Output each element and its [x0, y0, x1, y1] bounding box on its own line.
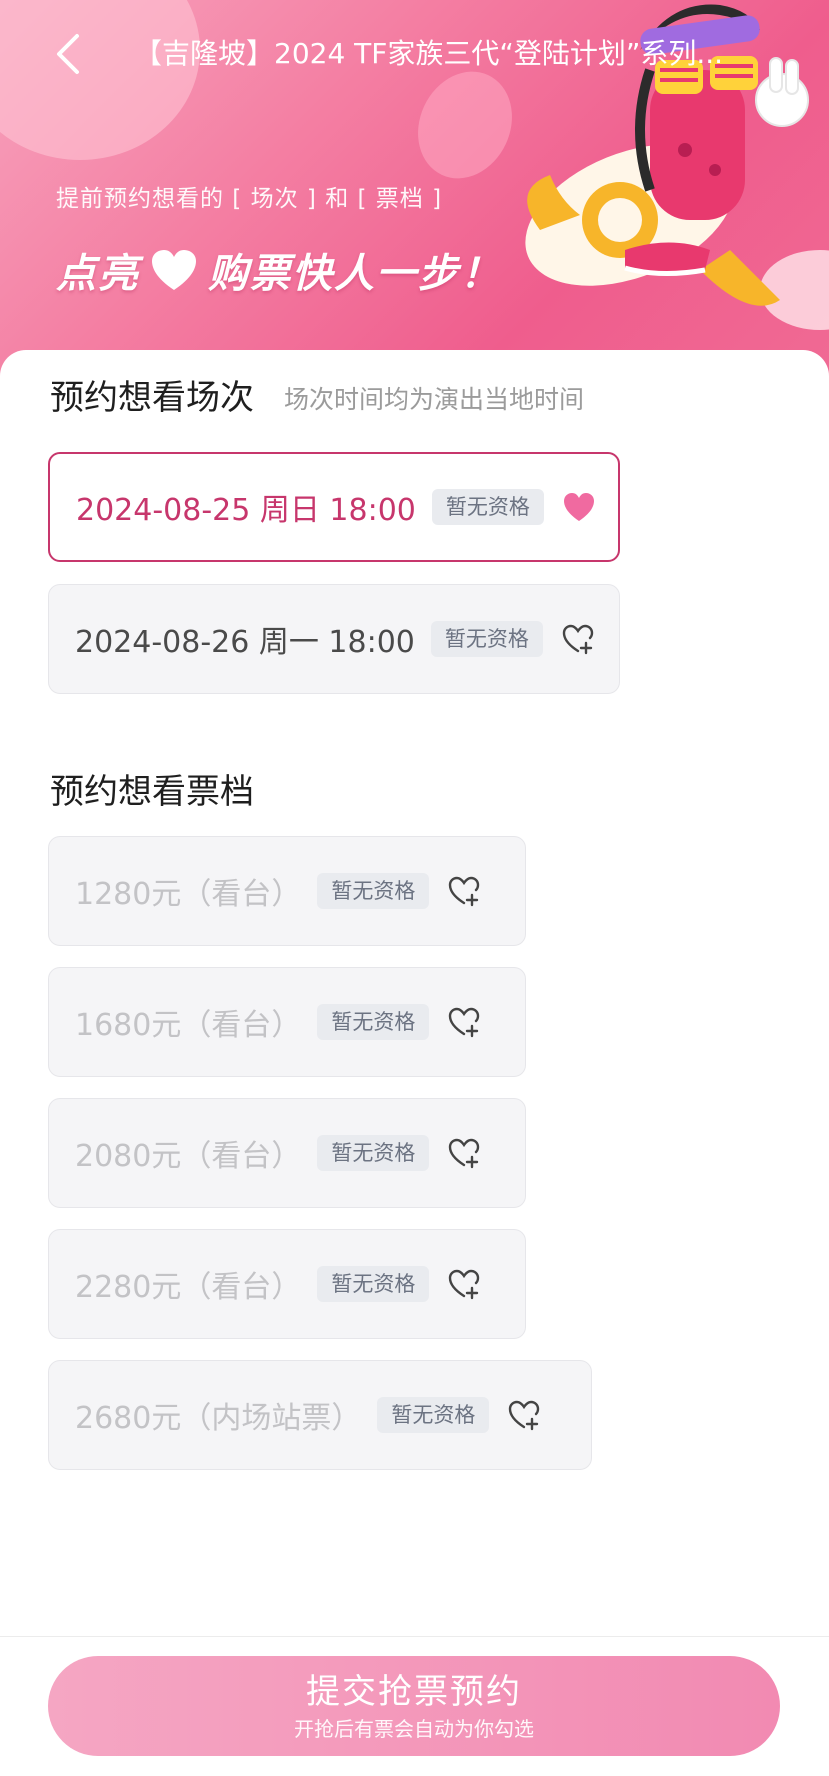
heart-filled-icon — [152, 250, 196, 290]
status-badge: 暂无资格 — [377, 1397, 490, 1433]
back-button[interactable] — [46, 30, 90, 78]
tier-option-1680[interactable]: 1680元（看台） 暂无资格 — [48, 967, 526, 1077]
heart-plus-icon — [447, 875, 481, 907]
session-section-subtitle: 场次时间均为演出当地时间 — [284, 385, 585, 414]
banner-hint: 提前预约想看的 [ 场次 ] 和 [ 票档 ] — [56, 186, 443, 212]
footer-divider — [0, 1636, 829, 1637]
heart-plus-icon — [507, 1399, 541, 1431]
tier-option-1280[interactable]: 1280元（看台） 暂无资格 — [48, 836, 526, 946]
heart-plus-icon — [447, 1006, 481, 1038]
submit-button-sublabel: 开抢后有票会自动为你勾选 — [294, 1717, 534, 1741]
status-badge: 暂无资格 — [317, 1004, 430, 1040]
promo-banner: 【吉隆坡】2024 TF家族三代“登陆计划”系列... 提前预约想看的 [ 场次… — [0, 0, 829, 380]
submit-button-label: 提交抢票预约 — [306, 1672, 522, 1712]
tier-section-title: 预约想看票档 — [50, 772, 254, 812]
banner-decoration-blob — [0, 0, 200, 160]
tier-label: 2080元（看台） — [75, 1139, 302, 1174]
session-section-title: 预约想看场次 — [50, 378, 254, 418]
banner-slogan: 点亮 购票快人一步！ — [56, 240, 502, 300]
tier-option-2080[interactable]: 2080元（看台） 暂无资格 — [48, 1098, 526, 1208]
status-badge: 暂无资格 — [317, 1135, 430, 1171]
status-badge: 暂无资格 — [430, 621, 543, 657]
tier-option-2680[interactable]: 2680元（内场站票） 暂无资格 — [48, 1360, 592, 1470]
back-arrow-icon — [57, 34, 79, 74]
slogan-left-text: 点亮 — [56, 251, 140, 297]
session-label: 2024-08-26 周一 18:00 — [75, 625, 415, 660]
status-badge: 暂无资格 — [431, 489, 544, 525]
heart-filled-icon — [562, 491, 596, 523]
status-badge: 暂无资格 — [317, 1266, 430, 1302]
page-title: 【吉隆坡】2024 TF家族三代“登陆计划”系列... — [134, 37, 724, 70]
session-label: 2024-08-25 周日 18:00 — [76, 493, 416, 528]
tier-option-2280[interactable]: 2280元（看台） 暂无资格 — [48, 1229, 526, 1339]
tier-label: 1680元（看台） — [75, 1008, 302, 1043]
tier-label: 2680元（内场站票） — [75, 1401, 362, 1436]
tier-label: 2280元（看台） — [75, 1270, 302, 1305]
heart-plus-icon — [561, 623, 595, 655]
session-option-0826[interactable]: 2024-08-26 周一 18:00 暂无资格 — [48, 584, 620, 694]
heart-plus-icon — [447, 1137, 481, 1169]
slogan-right-text: 购票快人一步！ — [208, 251, 502, 297]
submit-reservation-button[interactable]: 提交抢票预约 开抢后有票会自动为你勾选 — [48, 1656, 780, 1756]
tier-label: 1280元（看台） — [75, 877, 302, 912]
session-option-0825[interactable]: 2024-08-25 周日 18:00 暂无资格 — [48, 452, 620, 562]
heart-plus-icon — [447, 1268, 481, 1300]
status-badge: 暂无资格 — [317, 873, 430, 909]
banner-decoration-heart — [400, 56, 530, 194]
